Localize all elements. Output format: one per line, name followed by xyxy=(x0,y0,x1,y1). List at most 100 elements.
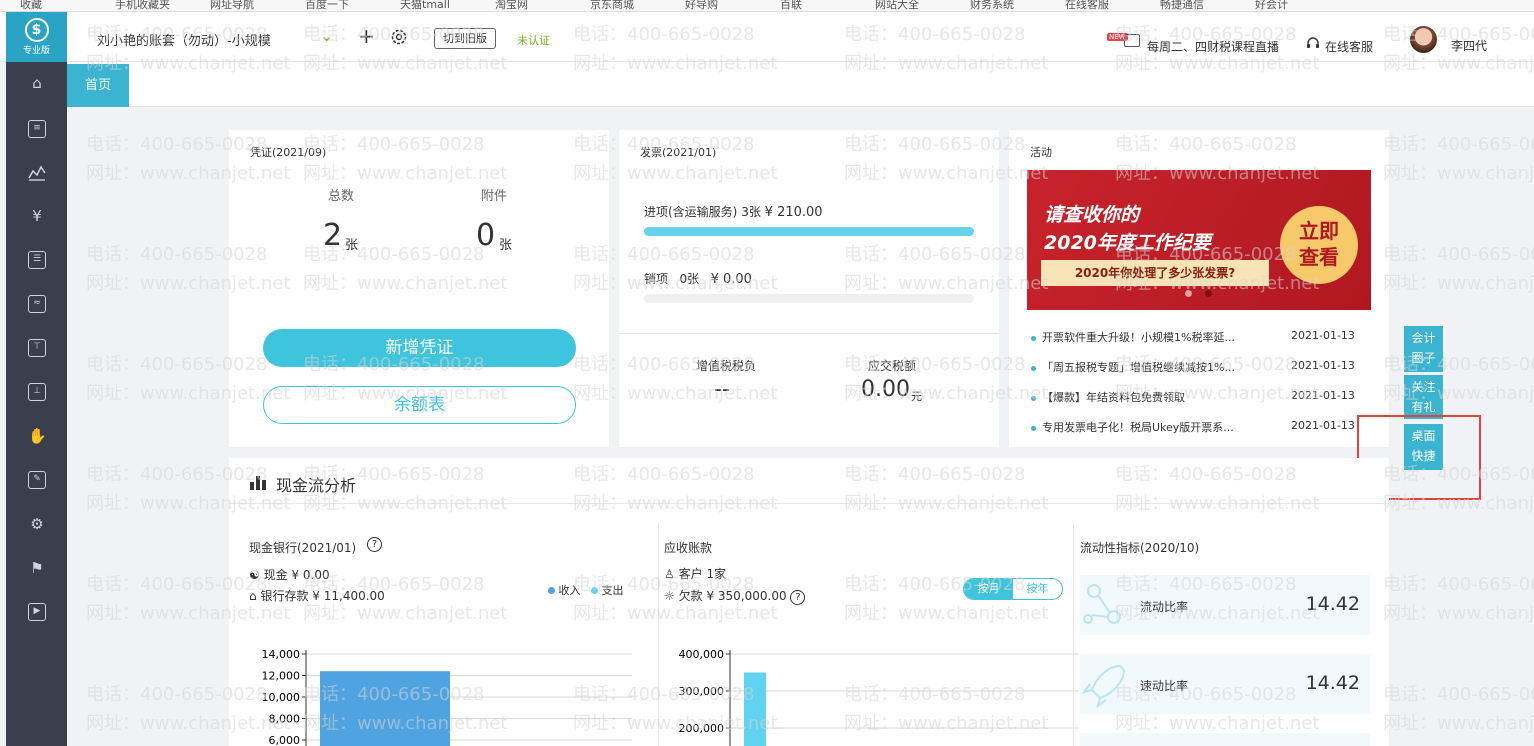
bookmark-item[interactable]: 网站大全 xyxy=(875,0,919,11)
toggle-month[interactable]: 按月 xyxy=(964,579,1013,599)
video-icon[interactable]: ▶ xyxy=(28,603,46,621)
invoice-out-count: 0张 xyxy=(679,272,700,286)
username[interactable]: 李四代 xyxy=(1451,37,1487,54)
customer-label: 客户 xyxy=(678,567,703,581)
y-tick-label: 300,000 xyxy=(679,685,725,698)
quick-ratio-card[interactable]: 速动比率 14.42 xyxy=(1080,654,1370,714)
asset-icon[interactable]: ✎ xyxy=(28,471,46,489)
current-ratio-card[interactable]: 流动比率 14.42 xyxy=(1080,575,1370,635)
voucher-icon[interactable]: ≡ xyxy=(28,120,46,138)
bar[interactable] xyxy=(744,672,766,746)
carousel-dot-active[interactable] xyxy=(1205,290,1212,297)
owed-row[interactable]: ☼ 欠款 ¥ 350,000.00 ? xyxy=(664,587,806,605)
ledger-icon[interactable]: ☰ xyxy=(28,251,46,269)
help-icon[interactable]: ? xyxy=(790,590,806,605)
news-title: 专用发票电子化！税局Ukey版开票系... xyxy=(1042,421,1234,434)
invoice-in-row[interactable]: 进项(含运输服务) 3张 ¥ 210.00 xyxy=(644,203,823,220)
legend-expense-dot xyxy=(591,587,598,594)
float-item1-line2: 圈子 xyxy=(1411,351,1436,365)
gear-icon[interactable] xyxy=(390,28,408,49)
owed-value: ¥ 350,000.00 xyxy=(706,589,787,603)
tab-bar xyxy=(67,62,1534,107)
ratio-card-partial[interactable] xyxy=(1080,733,1370,746)
chart-icon[interactable] xyxy=(28,163,46,181)
unverified-status[interactable]: 未认证 xyxy=(517,32,550,48)
live-course-link[interactable]: 每周二、四财税课程直播 xyxy=(1147,38,1279,55)
online-service-link[interactable]: 在线客服 xyxy=(1325,38,1373,55)
y-tick-label: 400,000 xyxy=(679,648,725,661)
switch-old-version-button[interactable]: 切到旧版 xyxy=(434,28,496,49)
bookmark-item[interactable]: 畅捷通信 xyxy=(1160,0,1204,11)
bookmark-item[interactable]: 好导购 xyxy=(685,0,718,11)
ar-chart: 400,000 300,000 200,000 xyxy=(679,648,1079,746)
customer-row[interactable]: ♙ 客户 1家 xyxy=(664,565,726,582)
bookmark-item[interactable]: 百度一下 xyxy=(305,0,349,11)
watermark-site: 网址：www.chanjet.net xyxy=(1383,163,1534,184)
product-logo[interactable]: $ 专业版 xyxy=(6,12,67,62)
settings-icon[interactable]: ⚙ xyxy=(28,515,46,533)
tax-payable-value[interactable]: 0.00 xyxy=(861,377,910,402)
cash-row[interactable]: ☯ 现金 ¥ 0.00 xyxy=(249,566,330,583)
help-icon[interactable]: ? xyxy=(367,537,382,552)
tax-icon[interactable]: ⊤ xyxy=(28,339,46,357)
promo-icon[interactable]: ⚑ xyxy=(28,559,46,577)
tab-home[interactable]: 首页 xyxy=(67,64,129,107)
account-name[interactable]: 刘小艳的账套（勿动）-小规模 xyxy=(97,30,271,49)
news-item[interactable]: 「周五报税专题」增值税继续减按1%... xyxy=(1031,359,1235,375)
voucher-total-value[interactable]: 2 xyxy=(323,218,342,253)
bookmark-item[interactable]: 收藏 xyxy=(20,0,42,11)
deposit-row[interactable]: ⌂ 银行存款 ¥ 11,400.00 xyxy=(249,587,385,604)
bookmark-item[interactable]: 天猫tmall xyxy=(400,0,450,11)
balance-sheet-button[interactable]: 余额表 xyxy=(263,386,576,424)
invoice-in-count: 3张 xyxy=(741,205,761,219)
invoice-out-row[interactable]: 销项 0张 ¥ 0.00 xyxy=(644,270,752,287)
banner-cta[interactable]: 立即 查看 xyxy=(1280,206,1358,284)
bank-icon: ⌂ xyxy=(249,589,257,603)
bookmark-item[interactable]: 网址导航 xyxy=(210,0,254,11)
salary-icon[interactable]: ✋ xyxy=(28,427,47,445)
owed-label: 欠款 xyxy=(678,589,703,603)
bookmark-item[interactable]: 淘宝网 xyxy=(495,0,528,11)
bar[interactable] xyxy=(320,671,450,746)
current-ratio-label: 流动比率 xyxy=(1140,600,1189,614)
deposit-label: 银行存款 xyxy=(260,589,309,603)
toggle-year[interactable]: 按年 xyxy=(1013,579,1062,599)
bookmark-item[interactable]: 好会计 xyxy=(1255,0,1288,11)
logo-icon: $ xyxy=(24,18,49,42)
float-item2-line1: 关注 xyxy=(1411,380,1436,394)
bookmark-item[interactable]: 手机收藏夹 xyxy=(115,0,170,11)
bookmark-item[interactable]: 京东商城 xyxy=(590,0,634,11)
watermark-site: 网址：www.chanjet.net xyxy=(1383,713,1534,734)
bookmark-item[interactable]: 在线客服 xyxy=(1065,0,1109,11)
divider xyxy=(619,333,999,334)
carousel-dot[interactable] xyxy=(1185,290,1192,297)
news-item[interactable]: 【爆款】年结资料包免费领取 xyxy=(1031,389,1185,405)
watermark-phone: 电话：400-665-0028 xyxy=(1383,684,1534,705)
report-icon[interactable]: ≈ xyxy=(28,295,46,313)
add-account-button[interactable]: + xyxy=(358,24,375,48)
sidebar: ⌂ ≡ ¥ ☰ ≈ ⊤ ⊥ ✋ ✎ ⚙ ⚑ ▶ xyxy=(6,62,67,746)
activity-title: 活动 xyxy=(1030,146,1052,159)
float-item1-line1: 会计 xyxy=(1411,331,1436,345)
invoice-out-label: 销项 xyxy=(644,272,669,286)
invoice-icon[interactable]: ⊥ xyxy=(28,383,46,401)
voucher-attach-value[interactable]: 0 xyxy=(476,218,495,253)
news-item[interactable]: 开票软件重大升级！小规模1%税率延... xyxy=(1031,329,1235,345)
home-icon[interactable]: ⌂ xyxy=(28,74,46,92)
chevron-down-icon[interactable]: ⌄ xyxy=(320,26,333,45)
bookmark-item[interactable]: 财务系统 xyxy=(970,0,1014,11)
news-item[interactable]: 专用发票电子化！税局Ukey版开票系... xyxy=(1031,419,1234,435)
news-date: 2021-01-13 xyxy=(1291,389,1355,402)
activity-card: 活动 请查收你的 2020年度工作纪要 2020年你处理了多少张发票? 立即 查… xyxy=(1009,130,1389,447)
avatar[interactable] xyxy=(1410,26,1437,53)
bookmark-item[interactable]: 百联 xyxy=(780,0,802,11)
activity-banner[interactable]: 请查收你的 2020年度工作纪要 2020年你处理了多少张发票? 立即 查看 xyxy=(1027,170,1371,310)
watermark-phone: 电话：400-665-0028 xyxy=(1383,134,1534,155)
follow-gift-button[interactable]: 关注 有礼 xyxy=(1404,375,1443,419)
accounting-circle-button[interactable]: 会计 圈子 xyxy=(1404,326,1443,372)
news-title: 「周五报税专题」增值税继续减按1%... xyxy=(1042,361,1235,374)
money-bag-icon[interactable]: ¥ xyxy=(28,207,46,225)
new-voucher-button[interactable]: 新增凭证 xyxy=(263,329,576,367)
deposit-value: ¥ 11,400.00 xyxy=(312,589,385,603)
bullet-icon xyxy=(1031,425,1036,431)
